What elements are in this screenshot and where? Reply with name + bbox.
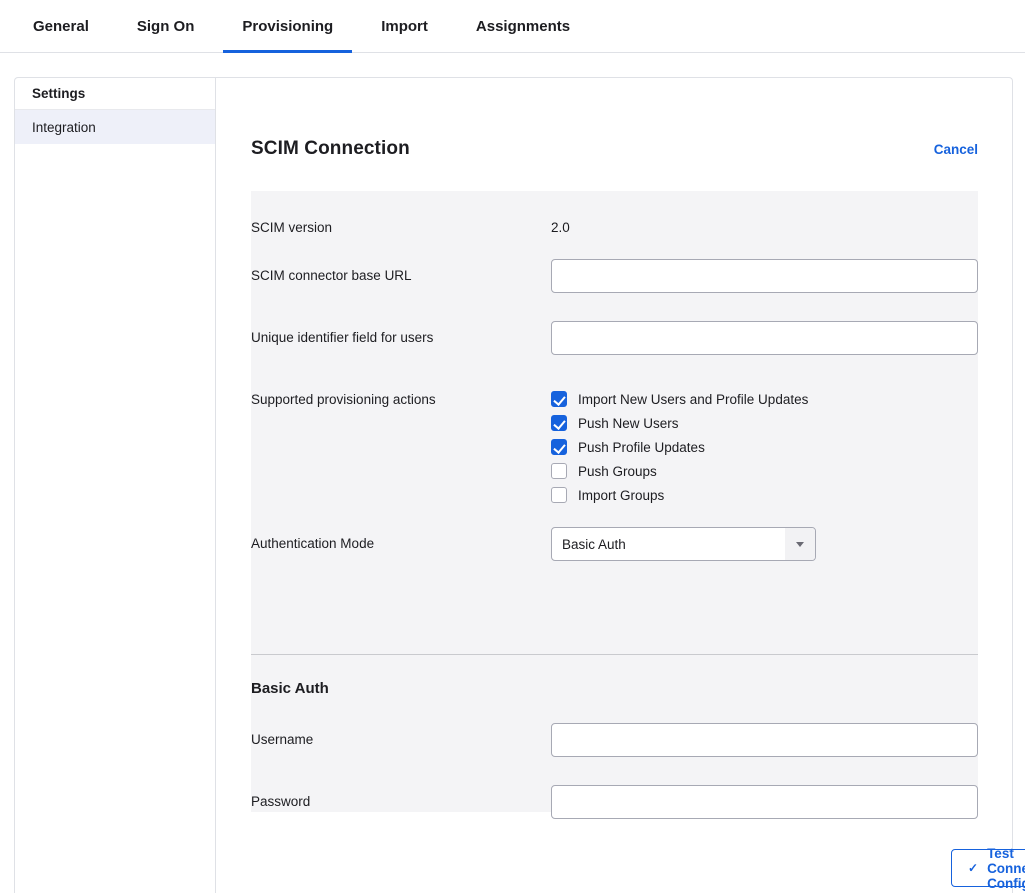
checkbox-label: Import Groups — [578, 488, 664, 503]
field-label: Unique identifier field for users — [251, 329, 536, 347]
checkbox-row-import-groups[interactable]: Import Groups — [551, 483, 808, 507]
tab-sign-on[interactable]: Sign On — [118, 0, 214, 53]
tab-assignments[interactable]: Assignments — [457, 0, 589, 53]
checkbox-checked-icon[interactable] — [551, 439, 567, 455]
checkbox-label: Push New Users — [578, 416, 679, 431]
section-divider — [251, 654, 978, 655]
page-title: SCIM Connection — [251, 138, 410, 160]
checkbox-unchecked-icon[interactable] — [551, 487, 567, 503]
checkbox-label: Push Groups — [578, 464, 657, 479]
settings-sidebar: Settings Integration — [14, 77, 216, 893]
checkbox-unchecked-icon[interactable] — [551, 463, 567, 479]
field-label: Password — [251, 793, 536, 811]
cancel-link-top[interactable]: Cancel — [934, 142, 978, 157]
tab-list: General Sign On Provisioning Import Assi… — [14, 0, 599, 53]
checkbox-row-push-new-users[interactable]: Push New Users — [551, 411, 808, 435]
tab-label: Import — [381, 18, 428, 35]
field-label: Authentication Mode — [251, 535, 536, 553]
checkbox-label: Push Profile Updates — [578, 440, 705, 455]
tab-general[interactable]: General — [14, 0, 108, 53]
app-tabbar: General Sign On Provisioning Import Assi… — [0, 0, 1025, 53]
checkbox-label: Import New Users and Profile Updates — [578, 392, 808, 407]
select-value: Basic Auth — [562, 537, 626, 552]
scim-connection-form: SCIM version 2.0 SCIM connector base URL… — [251, 191, 978, 812]
test-connector-configuration-button[interactable]: ✓ Test Connector Configuration — [951, 849, 1025, 887]
checkbox-row-push-groups[interactable]: Push Groups — [551, 459, 808, 483]
field-label: SCIM version — [251, 219, 536, 237]
check-icon: ✓ — [968, 862, 978, 874]
checkbox-checked-icon[interactable] — [551, 391, 567, 407]
username-input[interactable] — [551, 723, 978, 757]
provisioning-actions-list: Import New Users and Profile Updates Pus… — [551, 387, 808, 507]
unique-identifier-input[interactable] — [551, 321, 978, 355]
sidebar-item-integration[interactable]: Integration — [15, 110, 215, 144]
authentication-mode-select[interactable]: Basic Auth — [551, 527, 816, 561]
checkbox-row-import-new-users[interactable]: Import New Users and Profile Updates — [551, 387, 808, 411]
tab-label: Sign On — [137, 18, 195, 35]
checkbox-checked-icon[interactable] — [551, 415, 567, 431]
select-display[interactable]: Basic Auth — [551, 527, 816, 561]
tab-label: Assignments — [476, 18, 570, 35]
password-input[interactable] — [551, 785, 978, 819]
section-title-basic-auth: Basic Auth — [251, 680, 329, 697]
scim-base-url-input[interactable] — [551, 259, 978, 293]
test-connector-label: Test Connector Configuration — [987, 846, 1025, 891]
scim-version-value: 2.0 — [551, 219, 570, 237]
sidebar-header-label: Settings — [32, 86, 85, 101]
checkbox-row-push-profile-updates[interactable]: Push Profile Updates — [551, 435, 808, 459]
field-label: Supported provisioning actions — [251, 391, 536, 409]
sidebar-item-label: Integration — [32, 120, 96, 135]
tab-import[interactable]: Import — [362, 0, 447, 53]
tab-label: General — [33, 18, 89, 35]
main-panel: SCIM Connection Cancel SCIM version 2.0 … — [216, 77, 1013, 893]
field-label: SCIM connector base URL — [251, 267, 536, 285]
sidebar-header: Settings — [15, 78, 215, 110]
app-root: General Sign On Provisioning Import Assi… — [0, 0, 1025, 893]
field-label: Username — [251, 731, 536, 749]
tab-label: Provisioning — [242, 18, 333, 35]
tab-provisioning[interactable]: Provisioning — [223, 0, 352, 53]
panel-header: SCIM Connection Cancel — [251, 138, 978, 160]
